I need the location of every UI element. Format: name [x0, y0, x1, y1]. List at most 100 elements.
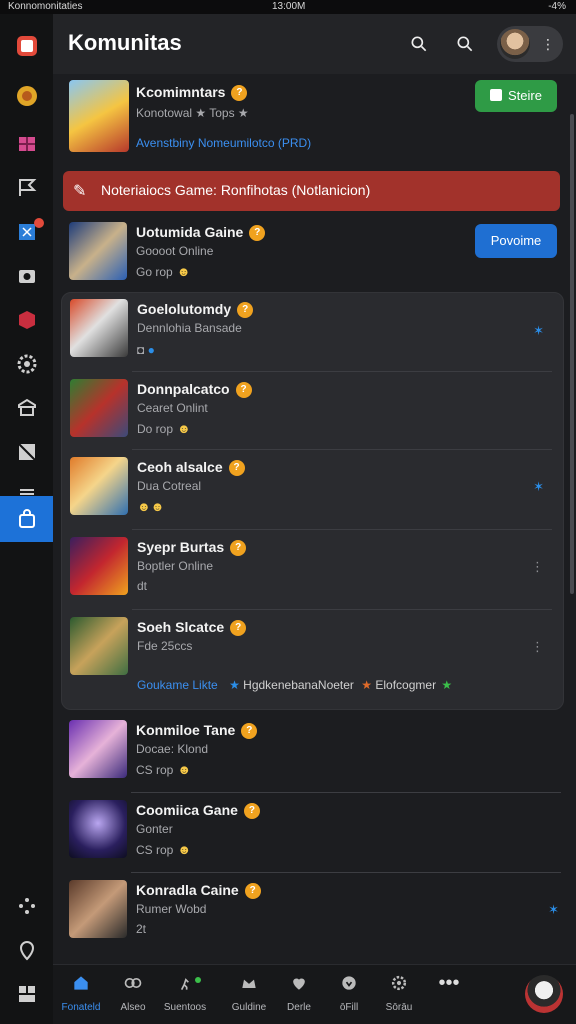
- game-thumbnail: [69, 880, 127, 938]
- status-battery: -4%: [548, 1, 566, 12]
- nav-item-home[interactable]: Fonateld: [53, 973, 109, 1021]
- game-list-card: Goelolutomdy? Dennlohia Bansade ◘ ● ✶ Do…: [61, 292, 564, 710]
- game-meta: ☻☻: [137, 499, 165, 514]
- controller-icon: [124, 978, 142, 988]
- sidebar-item-crown[interactable]: [0, 74, 53, 118]
- list-item[interactable]: Syepr Burtas? Boptler Online dt ⋮: [62, 537, 562, 607]
- star-icon[interactable]: ✶: [533, 323, 544, 339]
- sidebar-item-board[interactable]: [0, 430, 53, 474]
- star-icon: ★: [361, 678, 373, 692]
- sidebar-badge: [34, 218, 44, 228]
- list-item[interactable]: Goelolutomdy? Dennlohia Bansade ◘ ● ✶: [62, 299, 562, 369]
- featured-item[interactable]: Kcomimntars? Konotowal ★ Tops ★ Avenstbi…: [61, 80, 561, 160]
- game-meta: 2t: [136, 922, 147, 936]
- sidebar-item-controller[interactable]: [0, 884, 53, 928]
- runner-icon: [180, 978, 189, 991]
- nav-item-guilds[interactable]: Guldine: [221, 973, 277, 1021]
- star-icon[interactable]: ✶: [533, 479, 544, 495]
- play-button[interactable]: Povoime: [475, 224, 557, 258]
- emoji-icon: ☻: [177, 421, 191, 436]
- game-meta: ◘ ●: [137, 343, 155, 357]
- game-meta: Do rop: [137, 422, 174, 436]
- profile-menu[interactable]: ⋮: [497, 26, 563, 62]
- nav-item-fill[interactable]: ōFill: [321, 973, 377, 1021]
- game-meta: dt: [137, 579, 148, 593]
- scrollbar-thumb[interactable]: [570, 114, 574, 594]
- more-vertical-icon[interactable]: ⋮: [531, 639, 544, 655]
- game-thumbnail: [69, 222, 127, 280]
- list-item[interactable]: Konradla Caine? Rumer Wobd 2t ✶: [61, 880, 561, 950]
- game-title: Ceoh alsalce: [137, 459, 223, 475]
- status-time: 13:00M: [272, 1, 306, 12]
- game-thumbnail: [70, 617, 128, 675]
- game-thumbnail: [69, 720, 127, 778]
- sidebar: [0, 14, 53, 1024]
- list-item[interactable]: Uotumida Gaine? Goooot Online Go rop ☻ Po…: [61, 222, 561, 282]
- notice-banner[interactable]: ✎ Noteriaiocs Game: Ronfihotas (Notlanic…: [63, 171, 560, 211]
- coin-icon: ?: [228, 460, 245, 477]
- divider: [132, 449, 552, 450]
- list-item[interactable]: Soeh Slcatce? Fde 25ccs ⋮: [62, 617, 562, 687]
- list-item[interactable]: Konmiloe Tane? Docae: Klond CS rop ☻: [61, 720, 561, 790]
- search-button[interactable]: [405, 30, 433, 58]
- sidebar-item-camera[interactable]: [0, 254, 53, 298]
- divider: [132, 529, 552, 530]
- sidebar-item-location[interactable]: [0, 928, 53, 972]
- nav-item-events[interactable]: Suentoos: [157, 973, 213, 1021]
- star-icon: ★: [441, 678, 453, 692]
- status-left-text: Konnomonitaties: [8, 1, 83, 12]
- emoji-icon: ☻: [176, 264, 191, 279]
- coin-icon: ?: [249, 225, 266, 242]
- game-subtitle: Docae: Klond: [136, 742, 209, 756]
- sidebar-item-puzzle[interactable]: [0, 210, 53, 254]
- avatar[interactable]: [500, 29, 530, 59]
- coin-icon: ?: [237, 302, 254, 319]
- divider: [132, 371, 552, 372]
- game-thumbnail: [69, 800, 127, 858]
- app-logo-icon[interactable]: [0, 24, 53, 68]
- sidebar-item-gift[interactable]: [0, 122, 53, 166]
- featured-link[interactable]: Avenstbiny Nomeumilotco (PRD): [136, 136, 311, 150]
- nav-item-favorites[interactable]: Derle: [271, 973, 327, 1021]
- store-button[interactable]: Steire: [475, 80, 557, 112]
- sidebar-item-cube[interactable]: [0, 298, 53, 342]
- list-item[interactable]: Donnpalcatco? Cearet Onlint Do rop ☻: [62, 379, 562, 449]
- scrollbar[interactable]: [568, 74, 576, 964]
- nav-item-games[interactable]: Alseo: [105, 973, 161, 1021]
- notification-dot: [195, 977, 201, 983]
- footer-middle: HgdkenebanaNoeter: [243, 678, 354, 692]
- heart-icon: [293, 978, 305, 990]
- list-item[interactable]: Coomiica Gane? Gonter CS rop ☻: [61, 800, 561, 870]
- heart-outline-icon: [342, 976, 356, 990]
- featured-subtitle: Konotowal ★ Tops ★: [136, 106, 249, 120]
- banner-text: Noteriaiocs Game: Ronfihotas (Notlanicio…: [101, 182, 371, 198]
- game-subtitle: Rumer Wobd: [136, 902, 207, 916]
- game-thumbnail: [70, 537, 128, 595]
- sidebar-item-store[interactable]: [0, 386, 53, 430]
- star-icon[interactable]: ✶: [548, 902, 559, 918]
- footer-link[interactable]: Goukame Likte: [137, 678, 218, 692]
- game-title: Konradla Caine: [136, 882, 239, 898]
- featured-title: Kcomimntars: [136, 84, 226, 100]
- coin-icon: ?: [241, 723, 258, 740]
- search-icon[interactable]: [451, 30, 479, 58]
- divider: [131, 792, 561, 793]
- main-content: Kcomimntars? Konotowal ★ Tops ★ Avenstbi…: [53, 74, 568, 964]
- sidebar-item-settings[interactable]: [0, 342, 53, 386]
- more-vertical-icon[interactable]: ⋮: [531, 559, 544, 575]
- game-meta: Go rop: [136, 265, 173, 279]
- sidebar-item-bag[interactable]: [0, 496, 53, 542]
- nav-item-more[interactable]: •••: [421, 973, 477, 1021]
- game-thumbnail: [70, 379, 128, 437]
- more-vertical-icon[interactable]: ⋮: [541, 34, 555, 54]
- home-icon: [74, 976, 88, 990]
- sidebar-item-flag[interactable]: [0, 166, 53, 210]
- avatar[interactable]: [525, 975, 563, 1013]
- sidebar-item-grid[interactable]: [0, 972, 53, 1016]
- nav-item-settings[interactable]: Sōrāu: [371, 973, 427, 1021]
- status-bar: Konnomonitaties 13:00M -4%: [0, 0, 576, 14]
- emoji-icon: ☻: [177, 762, 192, 777]
- game-title: Syepr Burtas: [137, 539, 225, 555]
- more-horizontal-icon: •••: [438, 972, 460, 994]
- list-item[interactable]: Ceoh alsalce? Dua Cotreal ☻☻ ✶: [62, 457, 562, 527]
